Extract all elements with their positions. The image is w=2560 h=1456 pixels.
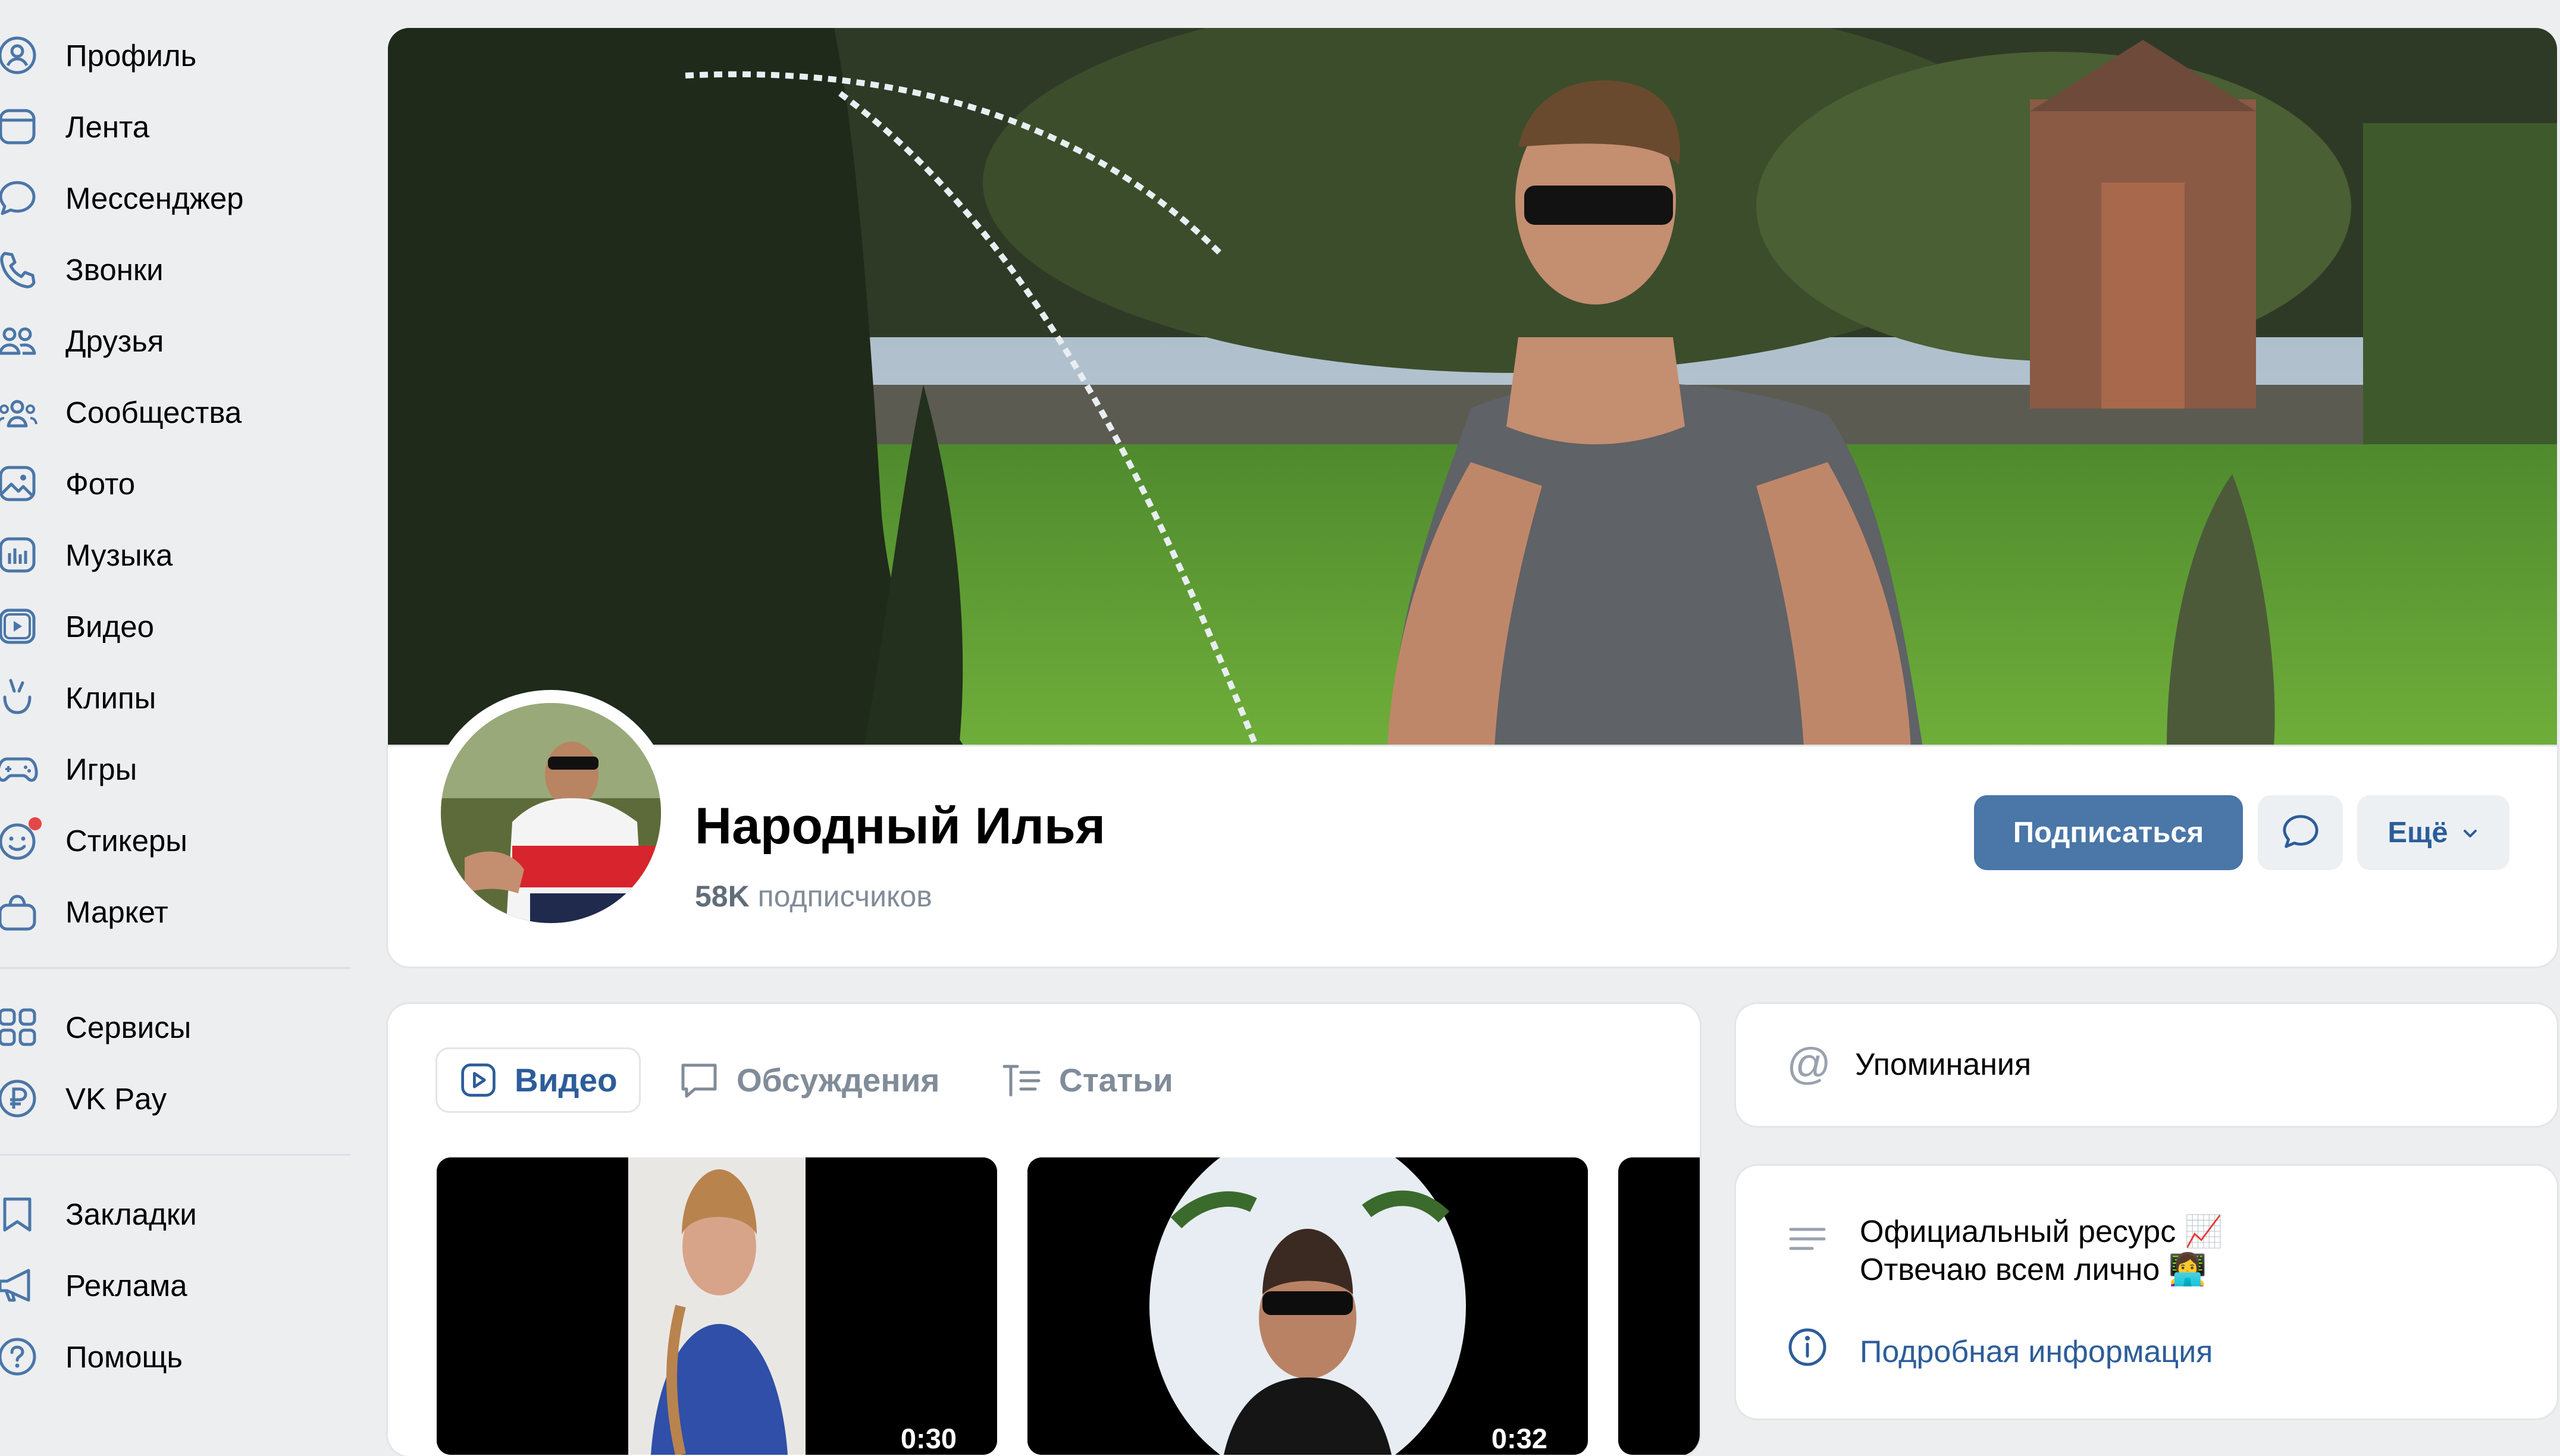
sidebar-item-clips[interactable]: Клипы bbox=[0, 665, 156, 730]
communities-icon bbox=[0, 391, 38, 433]
sidebar-item-market[interactable]: Маркет bbox=[0, 879, 168, 944]
sidebar-item-video[interactable]: Видео bbox=[0, 594, 154, 659]
sidebar-item-photos[interactable]: Фото bbox=[0, 451, 135, 516]
sidebar-item-label: Звонки bbox=[65, 252, 164, 287]
sidebar-item-label: Сервисы bbox=[65, 1010, 192, 1044]
sidebar-item-friends[interactable]: Друзья bbox=[0, 308, 164, 374]
newsfeed-icon bbox=[0, 106, 38, 148]
sidebar-item-label: Стикеры bbox=[65, 823, 187, 858]
followers-count[interactable]: 58K подписчиков bbox=[695, 879, 932, 914]
description-text: Официальный ресурс bbox=[1860, 1215, 2176, 1249]
profile-cover-image bbox=[388, 28, 2557, 748]
tab-articles[interactable]: Статьи bbox=[1001, 1047, 1173, 1113]
music-icon bbox=[0, 534, 38, 576]
bookmark-icon bbox=[0, 1193, 38, 1235]
video-thumbnail[interactable]: 0:30 bbox=[437, 1157, 997, 1455]
sidebar-item-services[interactable]: Сервисы bbox=[0, 994, 191, 1060]
description-text: Отвечаю всем лично bbox=[1860, 1253, 2160, 1287]
info-icon bbox=[1787, 1326, 1828, 1371]
sidebar-divider bbox=[0, 967, 351, 969]
chevron-down-icon bbox=[2461, 816, 2479, 849]
sidebar-item-ads[interactable]: Реклама bbox=[0, 1253, 187, 1318]
description-line: Официальный ресурс 📈 bbox=[1860, 1213, 2223, 1250]
video-thumbnail[interactable] bbox=[1618, 1157, 1700, 1455]
sidebar-item-newsfeed[interactable]: Лента bbox=[0, 94, 149, 159]
message-button[interactable] bbox=[2258, 795, 2343, 870]
sidebar-divider bbox=[0, 1154, 351, 1156]
articles-icon bbox=[1002, 1065, 1041, 1097]
more-button[interactable]: Ещё bbox=[2357, 795, 2509, 870]
video-icon bbox=[461, 1063, 496, 1097]
market-bag-icon bbox=[0, 891, 38, 933]
sidebar-item-label: Маркет bbox=[65, 895, 168, 929]
sidebar-item-profile[interactable]: Профиль bbox=[0, 23, 196, 88]
sidebar-item-label: Игры bbox=[65, 752, 137, 786]
description-line: Отвечаю всем лично 👩‍💻 bbox=[1860, 1251, 2207, 1288]
notification-dot bbox=[29, 817, 42, 830]
sidebar-item-calls[interactable]: Звонки bbox=[0, 237, 164, 302]
sidebar-item-label: Сообщества bbox=[65, 395, 242, 429]
more-label: Ещё bbox=[2387, 817, 2448, 849]
megaphone-icon bbox=[0, 1264, 38, 1306]
sidebar-item-bookmarks[interactable]: Закладки bbox=[0, 1181, 197, 1247]
tab-label: Статьи bbox=[1059, 1062, 1173, 1099]
ruble-coin-icon bbox=[0, 1078, 38, 1119]
mentions-card[interactable]: @ Упоминания bbox=[1736, 1004, 2557, 1126]
sidebar-item-games[interactable]: Игры bbox=[0, 736, 137, 802]
sidebar-item-label: Видео bbox=[65, 609, 154, 644]
sidebar-item-label: Клипы bbox=[65, 680, 156, 715]
at-sign-icon: @ bbox=[1787, 1038, 1832, 1088]
tab-label: Обсуждения bbox=[737, 1062, 940, 1099]
sidebar-item-label: Реклама bbox=[65, 1268, 187, 1303]
followers-number: 58K bbox=[695, 880, 750, 913]
message-icon bbox=[2280, 811, 2321, 855]
sidebar-item-help[interactable]: Помощь bbox=[0, 1324, 183, 1389]
video-duration: 0:30 bbox=[900, 1423, 957, 1454]
video-duration: 0:32 bbox=[1491, 1423, 1547, 1454]
photo-icon bbox=[0, 463, 38, 504]
sidebar-item-label: Помощь bbox=[65, 1339, 183, 1374]
sidebar-item-label: Мессенджер bbox=[65, 181, 244, 215]
info-card: Официальный ресурс 📈 Отвечаю всем лично … bbox=[1736, 1166, 2557, 1419]
details-link[interactable]: Подробная информация bbox=[1860, 1334, 2213, 1370]
sidebar-item-messenger[interactable]: Мессенджер bbox=[0, 165, 244, 231]
left-sidebar: Профиль Лента Мессенджер Звонки Друзья С… bbox=[0, 0, 357, 1442]
discussion-icon bbox=[681, 1063, 717, 1098]
sticker-icon bbox=[0, 817, 42, 861]
sidebar-item-label: Профиль bbox=[65, 38, 197, 73]
page-title: Народный Илья bbox=[695, 798, 1106, 855]
person-laptop-emoji-icon: 👩‍💻 bbox=[2168, 1253, 2207, 1287]
video-icon bbox=[0, 605, 38, 647]
user-icon bbox=[0, 34, 38, 76]
gamepad-icon bbox=[0, 748, 38, 790]
sidebar-item-communities[interactable]: Сообщества bbox=[0, 379, 242, 445]
sidebar-item-label: Музыка bbox=[65, 538, 173, 572]
help-icon bbox=[0, 1336, 38, 1377]
sidebar-item-label: Друзья bbox=[65, 324, 164, 358]
sidebar-item-stickers[interactable]: Стикеры bbox=[0, 808, 187, 873]
sidebar-item-music[interactable]: Музыка bbox=[0, 522, 173, 588]
services-grid-icon bbox=[0, 1006, 38, 1048]
sidebar-item-label: Закладки bbox=[65, 1197, 197, 1231]
chart-emoji-icon: 📈 bbox=[2184, 1215, 2223, 1249]
friends-icon bbox=[0, 320, 38, 362]
subscribe-button[interactable]: Подписаться bbox=[1974, 795, 2243, 870]
text-lines-icon bbox=[1788, 1222, 1826, 1263]
sidebar-item-vkpay[interactable]: VK Pay bbox=[0, 1066, 167, 1131]
video-thumbnail[interactable]: 0:32 bbox=[1027, 1157, 1588, 1455]
tab-discussions[interactable]: Обсуждения bbox=[678, 1047, 940, 1113]
sidebar-item-label: VK Pay bbox=[65, 1081, 167, 1116]
clips-icon bbox=[0, 677, 38, 718]
avatar[interactable] bbox=[428, 690, 674, 936]
mentions-label: Упоминания bbox=[1855, 1047, 2032, 1082]
tab-video[interactable]: Видео bbox=[435, 1047, 641, 1113]
phone-icon bbox=[0, 249, 38, 290]
followers-label: подписчиков bbox=[757, 880, 932, 913]
message-icon bbox=[0, 177, 38, 219]
content-card: Видео Обсуждения Статьи 0:30 0:32 bbox=[388, 1004, 1700, 1456]
sidebar-item-label: Фото bbox=[65, 466, 136, 501]
tab-label: Видео bbox=[515, 1062, 618, 1099]
sidebar-item-label: Лента bbox=[65, 109, 150, 144]
